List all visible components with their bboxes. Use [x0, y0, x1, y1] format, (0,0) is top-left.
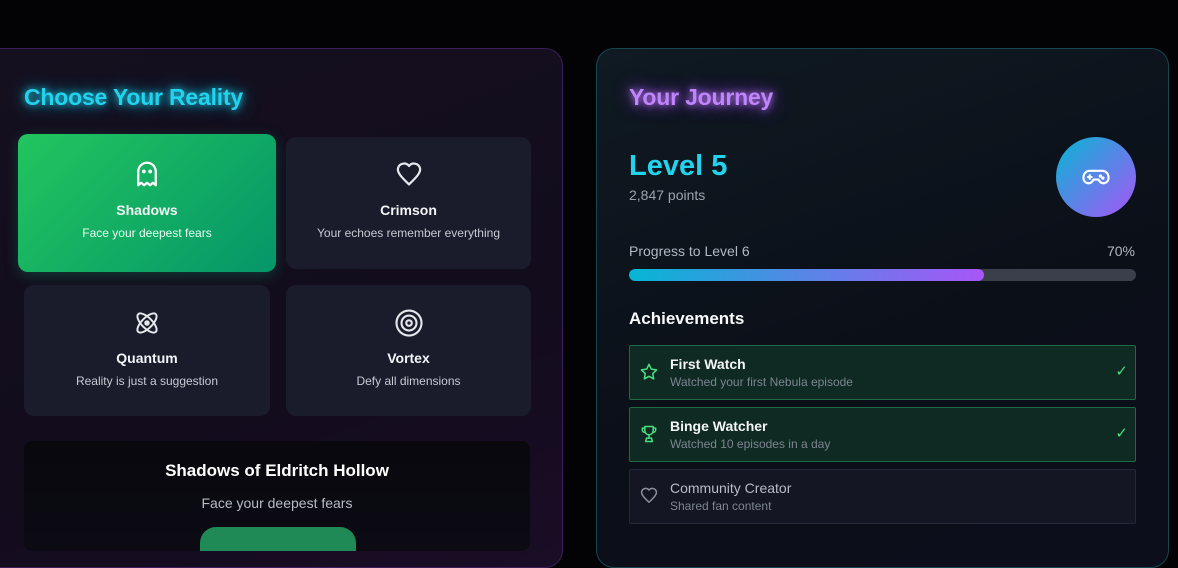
reality-name: Vortex	[387, 350, 430, 366]
journey-panel-title: Your Journey	[629, 84, 774, 110]
reality-desc: Face your deepest fears	[82, 226, 212, 240]
achievement-desc: Watched your first Nebula episode	[670, 375, 853, 389]
achievement-item[interactable]: First Watch Watched your first Nebula ep…	[629, 345, 1136, 400]
reality-card-quantum[interactable]: Quantum Reality is just a suggestion	[24, 285, 270, 416]
reality-desc: Defy all dimensions	[356, 374, 461, 388]
featured-title: Shadows of Eldritch Hollow	[165, 461, 389, 480]
ghost-icon	[131, 158, 163, 190]
achievement-name: Community Creator	[670, 480, 792, 496]
level-label: Level 5	[629, 150, 728, 182]
achievement-name: Binge Watcher	[670, 418, 768, 434]
achievement-item[interactable]: Community Creator Shared fan content	[629, 469, 1136, 524]
achievement-item[interactable]: Binge Watcher Watched 10 episodes in a d…	[629, 407, 1136, 462]
reality-card-crimson[interactable]: Crimson Your echoes remember everything	[286, 137, 531, 269]
target-icon	[393, 307, 425, 339]
achievement-name: First Watch	[670, 356, 746, 372]
progress-bar	[629, 269, 1136, 281]
reality-name: Shadows	[116, 202, 178, 218]
avatar[interactable]	[1056, 137, 1136, 217]
progress-percent: 70%	[1106, 243, 1135, 259]
achievement-desc: Shared fan content	[670, 499, 772, 513]
heart-icon	[393, 159, 425, 191]
progress-fill	[629, 269, 984, 281]
reality-desc: Reality is just a suggestion	[75, 374, 219, 388]
achievement-desc: Watched 10 episodes in a day	[670, 437, 831, 451]
reality-card-vortex[interactable]: Vortex Defy all dimensions	[286, 285, 531, 416]
progress-label: Progress to Level 6	[629, 243, 750, 259]
star-icon	[639, 362, 659, 382]
points-label: 2,847 points	[629, 187, 706, 203]
featured-subtitle: Face your deepest fears	[201, 495, 353, 511]
reality-panel-title: Choose Your Reality	[24, 84, 244, 110]
atom-icon	[131, 307, 163, 339]
featured-story: Shadows of Eldritch Hollow Face your dee…	[24, 441, 530, 551]
trophy-icon	[639, 424, 659, 444]
check-icon: ✓	[1115, 363, 1128, 380]
reality-name: Crimson	[380, 202, 437, 218]
reality-name: Quantum	[116, 350, 178, 366]
heart-icon	[639, 486, 659, 506]
reality-desc: Your echoes remember everything	[317, 226, 500, 240]
reality-card-shadows[interactable]: Shadows Face your deepest fears	[18, 134, 276, 272]
achievements-heading: Achievements	[629, 309, 745, 328]
check-icon: ✓	[1115, 425, 1128, 442]
gamepad-icon	[1082, 169, 1110, 185]
